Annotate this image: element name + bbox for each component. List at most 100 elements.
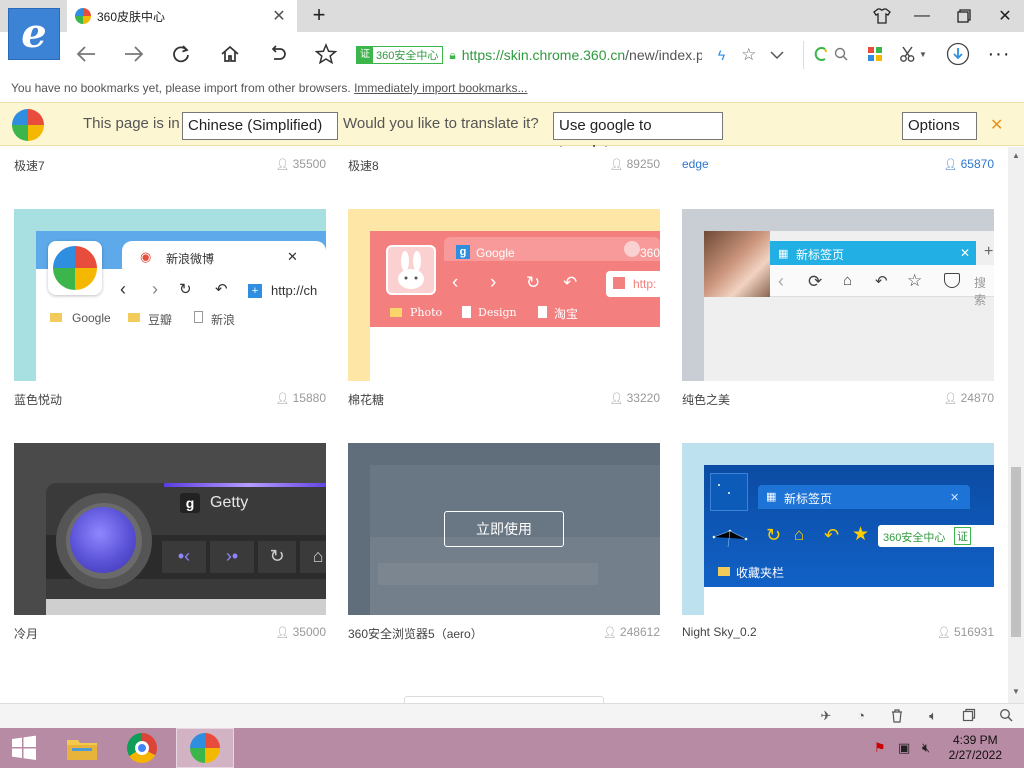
skin-name[interactable]: Night Sky_0.2 [682,625,757,639]
scroll-down-arrow-icon[interactable]: ▼ [1008,687,1024,696]
thumb-tab-label: 新标签页 [796,248,845,262]
skin-gallery: 极速7 👤︎ 35500 极速8 👤︎ 89250 edge 👤︎ 65870 ◉ 新… [0,147,1008,703]
chevron-down-icon[interactable] [770,47,784,63]
pin-icon[interactable]: ✈︎ [817,708,835,726]
load-more-button[interactable] [404,696,604,703]
language-select[interactable]: Chinese (Simplified) ▼ [182,112,338,158]
moon-orb-icon [70,507,136,573]
skin-name[interactable]: 极速8 [348,157,379,174]
360-browser-taskbar-icon[interactable] [176,728,234,768]
search-icon[interactable] [832,42,850,66]
thumb-tab-label: 360 [640,246,660,260]
thumb-bookmark: 淘宝 [554,307,579,321]
download-button[interactable] [944,42,972,66]
bookmark-star-icon[interactable]: ☆ [741,45,756,65]
thumb-back-icon: ‹ [778,271,784,291]
undo-close-tab-button[interactable] [262,38,294,70]
shirt-skin-icon[interactable] [862,0,902,32]
window-icon[interactable] [960,708,978,726]
tab-title: 360皮肤中心 [97,9,166,24]
skin-name[interactable]: 纯色之美 [682,391,730,408]
translate-button[interactable]: Use google to translate. [553,112,723,160]
tab-favicon-icon [75,8,91,24]
chrome-taskbar-icon[interactable] [114,728,170,768]
bookmarks-empty-message: You have no bookmarks yet, please import… [11,81,351,95]
thumb-close-icon: ✕ [950,492,960,504]
close-translate-icon[interactable]: ✕ [990,115,1003,135]
vertical-scrollbar[interactable]: ▲ ▼ [1008,147,1024,703]
thumb-bookmark: Google [72,311,111,325]
skin-count-value: 35000 [292,625,326,639]
loading-icon[interactable] [812,42,830,66]
skin-count-value: 35500 [292,157,326,171]
portrait-photo [704,231,770,297]
skin-users-count: 👤︎ 65870 [914,157,994,171]
new-tab-button[interactable]: + [306,3,332,29]
system-clock[interactable]: 4:39 PM 2/27/2022 [949,733,1002,763]
skin-name[interactable]: 棉花糖 [348,391,384,408]
apps-grid-icon[interactable] [864,42,886,66]
use-now-button[interactable]: 立即使用 [444,511,564,547]
tab-360-skin[interactable]: 360皮肤中心 ✕ [67,0,297,32]
thumb-undo-icon: ↶ [563,273,578,292]
more-menu-button[interactable]: ··· [984,42,1014,66]
refresh-button[interactable] [165,38,197,70]
thumb-search-text: 搜索 [974,276,987,307]
grid-icon: ▦ [766,491,777,503]
url-text[interactable]: https://skin.chrome.360.cn/new/index.p [462,47,702,63]
skin-thumbnail-cold-moon[interactable]: g Getty •‹ ›• ↻ ⌂ [14,443,326,615]
skin-thumbnail-pure[interactable]: ▦ 新标签页 ✕ + ‹ ⟳ ⌂ ↶ ☆ 搜索 [682,209,994,381]
thumb-badge: 360安全中心 [883,532,946,544]
trash-icon[interactable] [888,708,906,726]
thumb-close-icon: ✕ [960,246,971,260]
translate-options-button[interactable]: Options ▼ [902,112,977,158]
security-badge[interactable]: 证 360安全中心 [356,46,444,64]
skin-name[interactable]: 360安全浏览器5（aero） [348,625,483,642]
thumb-tab-label: Getty [210,494,249,511]
forward-button[interactable] [118,38,150,70]
skin-count-value: 15880 [292,391,326,405]
getty-icon: g [180,493,200,513]
restore-button[interactable] [944,0,984,32]
start-button[interactable] [0,728,48,768]
minimize-button[interactable]: — [902,0,942,32]
thumb-refresh-icon: ↻ [179,281,192,298]
skin-name[interactable]: edge [682,157,709,171]
scrollbar-thumb[interactable] [1011,467,1021,637]
home-button[interactable] [214,38,246,70]
scroll-up-arrow-icon[interactable]: ▲ [1008,151,1024,160]
address-bar[interactable]: 证 360安全中心 🔒︎ https://skin.chrome.360.cn/… [352,41,804,69]
skin-users-count: 👤︎ 89250 [580,157,660,171]
skin-users-count: 👤︎ 15880 [246,391,326,405]
speed-icon[interactable]: ◔ [852,708,870,726]
lightning-icon[interactable]: ϟ [718,47,725,63]
skin-thumbnail-blue[interactable]: ◉ 新浪微博 ✕ ‹ › ↻ ↶ + http://ch Google 豆瓣 新… [14,209,326,381]
skin-thumbnail-cotton-candy[interactable]: g Google 360 ‹ › ↻ ↶ http: Photo Design … [348,209,660,381]
windows-icon [12,735,36,760]
favorite-star-button[interactable] [310,38,342,70]
skin-thumbnail-aero[interactable]: 立即使用 [348,443,660,615]
close-tab-icon[interactable]: ✕ [267,6,291,26]
cut-tool-button[interactable]: ▼ [896,42,930,66]
translate-options-label: Options [908,117,960,134]
volume-icon[interactable]: 🔈︎ [924,708,942,726]
back-button[interactable] [70,38,102,70]
file-explorer-taskbar-icon[interactable] [54,728,110,768]
import-bookmarks-link[interactable]: Immediately import bookmarks... [354,81,527,95]
thumb-home-icon: ⌂ [300,541,326,573]
skin-name[interactable]: 冷月 [14,625,38,642]
zoom-icon[interactable] [997,708,1015,726]
skin-count-value: 89250 [626,157,660,171]
flag-icon[interactable]: ⚑ [874,740,886,756]
user-icon: 👤︎ [936,627,951,639]
skin-name[interactable]: 极速7 [14,157,45,174]
network-icon[interactable]: ▣ [898,740,910,756]
skin-thumbnail-night-sky[interactable]: ▦ 新标签页 ✕ ↻ ⌂ ↶ ★ 360安全中心 证 收藏夹栏 [682,443,994,615]
thumb-bookmark: 新浪 [211,313,236,327]
user-icon: 👤︎ [602,627,617,639]
user-icon: 👤︎ [275,393,290,405]
skin-name[interactable]: 蓝色悦动 [14,391,62,408]
close-window-button[interactable]: ✕ [985,0,1024,32]
speaker-muted-icon[interactable]: 🔇︎ [922,740,930,756]
skin-count-value: 248612 [619,625,660,639]
